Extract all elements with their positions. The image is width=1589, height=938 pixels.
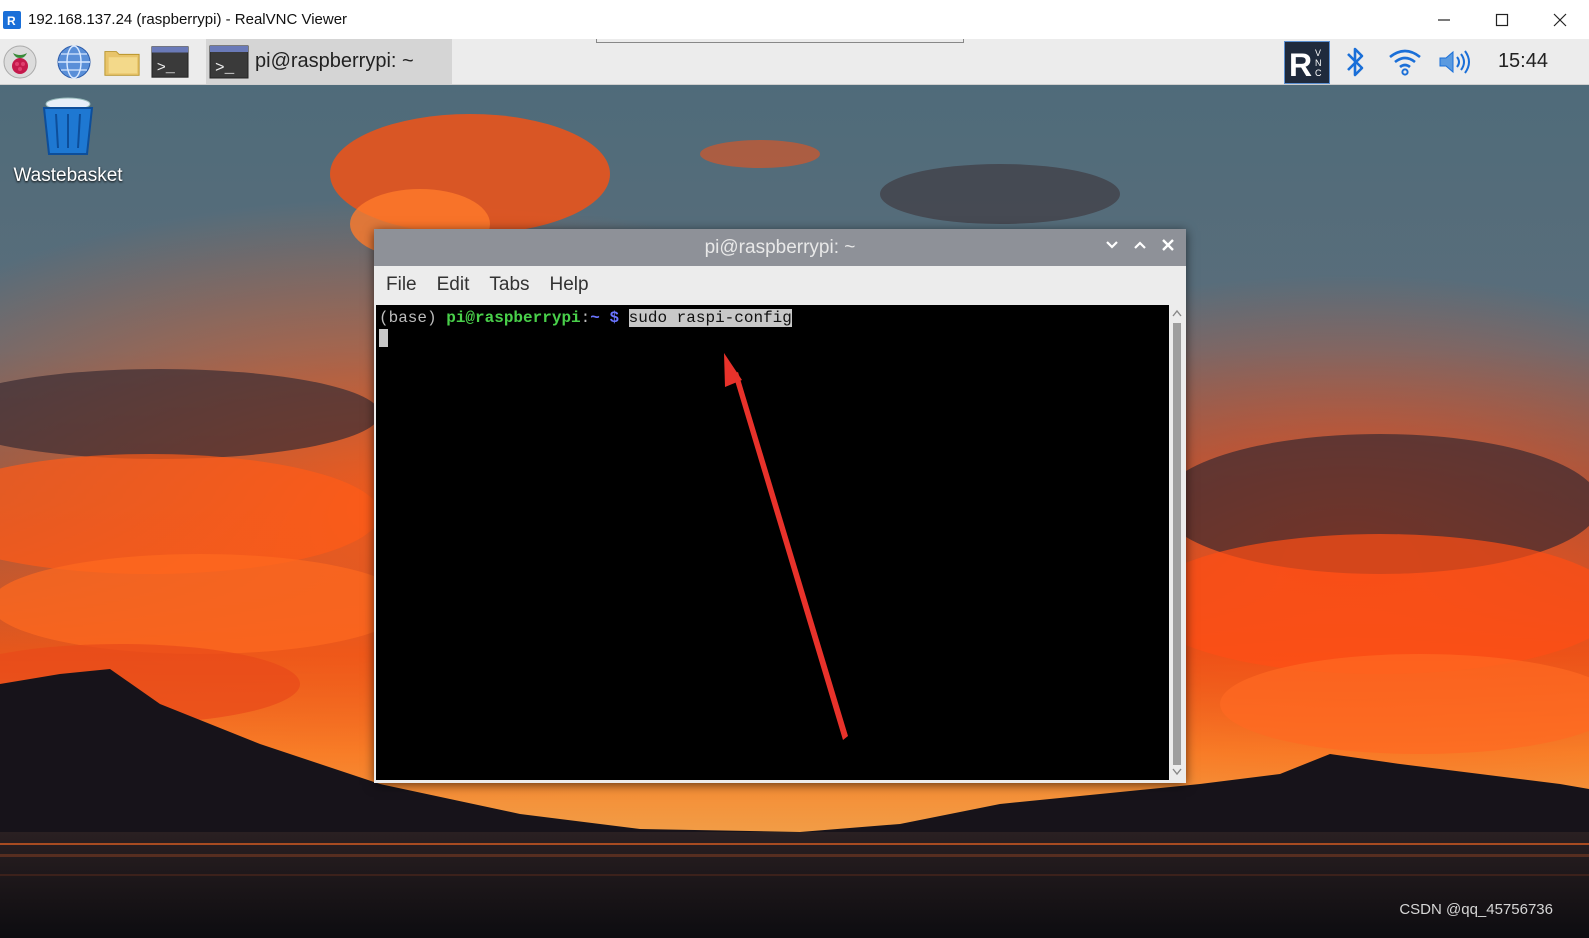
menu-help[interactable]: Help [550, 274, 589, 296]
minimize-icon [1438, 18, 1450, 21]
minimize-button[interactable] [1415, 0, 1473, 39]
realvnc-tray-button[interactable]: R V N C [1284, 41, 1330, 84]
menu-tabs[interactable]: Tabs [489, 274, 529, 296]
raspberry-icon [3, 45, 37, 79]
svg-text:C: C [1315, 68, 1322, 78]
menu-edit[interactable]: Edit [437, 274, 470, 296]
svg-text:R: R [1289, 47, 1312, 83]
terminal-scrollbar[interactable] [1170, 305, 1184, 780]
chevron-down-icon [1106, 241, 1118, 249]
menu-file[interactable]: File [386, 274, 417, 296]
taskbar-task-terminal[interactable]: >_ pi@raspberrypi: ~ [206, 39, 452, 84]
wastebasket-desktop-icon[interactable]: Wastebasket [8, 96, 128, 187]
globe-icon [57, 45, 91, 79]
clock[interactable]: 15:44 [1498, 39, 1548, 84]
svg-text:R: R [7, 14, 16, 27]
vnc-title-bar[interactable]: R 192.168.137.24 (raspberrypi) - RealVNC… [0, 0, 1589, 40]
scroll-up-icon [1172, 309, 1182, 317]
close-button[interactable] [1531, 0, 1589, 39]
terminal-close-button[interactable] [1160, 229, 1176, 266]
terminal-title-bar[interactable]: pi@raspberrypi: ~ [374, 229, 1186, 266]
terminal-icon: >_ [209, 45, 249, 78]
svg-text:N: N [1315, 58, 1322, 68]
raspberry-menu-button[interactable] [1, 43, 39, 81]
svg-text:>_: >_ [215, 59, 235, 77]
terminal-minimize-button[interactable] [1104, 229, 1120, 266]
close-icon [1553, 13, 1567, 26]
terminal-output[interactable]: (base) pi@raspberrypi:~ $ sudo raspi-con… [376, 305, 1169, 780]
terminal-menu-bar: File Edit Tabs Help [374, 266, 1186, 303]
file-manager-button[interactable] [103, 43, 141, 81]
volume-button[interactable] [1436, 43, 1474, 81]
wifi-icon [1389, 49, 1421, 76]
prompt-line: (base) pi@raspberrypi:~ $ sudo raspi-con… [379, 309, 792, 327]
taskbar-divider [596, 39, 964, 43]
scrollbar-thumb[interactable] [1173, 323, 1181, 765]
close-icon [1162, 239, 1174, 251]
trash-icon [42, 97, 94, 155]
realvnc-icon: R V N C [1289, 47, 1322, 83]
terminal-maximize-button[interactable] [1132, 229, 1148, 266]
csdn-watermark: CSDN @qq_45756736 [1399, 901, 1553, 918]
terminal-window: pi@raspberrypi: ~ File Edit Tabs Help (b… [374, 229, 1186, 783]
bluetooth-button[interactable] [1336, 43, 1374, 81]
svg-text:V: V [1315, 48, 1321, 58]
prompt-path: ~ $ [590, 309, 629, 327]
volume-icon [1439, 50, 1470, 74]
terminal-launcher-button[interactable]: >_ [151, 43, 189, 81]
web-browser-button[interactable] [55, 43, 93, 81]
wastebasket-label: Wastebasket [13, 165, 123, 186]
prompt-user: pi@raspberrypi [446, 309, 581, 327]
terminal-cursor [379, 329, 388, 347]
terminal-title: pi@raspberrypi: ~ [704, 237, 856, 258]
scroll-down-icon [1172, 768, 1182, 776]
wifi-button[interactable] [1386, 43, 1424, 81]
prompt-colon: : [580, 309, 591, 327]
svg-text:>_: >_ [157, 59, 176, 77]
window-title: 192.168.137.24 (raspberrypi) - RealVNC V… [28, 11, 348, 28]
chevron-up-icon [1134, 241, 1146, 249]
pi-taskbar: >_ >_ pi@raspberrypi: ~ R V N C 15:44 [0, 39, 1589, 85]
realvnc-app-icon: R [3, 10, 21, 29]
prompt-env: (base) [379, 309, 447, 327]
maximize-button[interactable] [1473, 0, 1531, 39]
maximize-icon [1495, 13, 1509, 26]
selected-command: sudo raspi-config [628, 309, 792, 327]
folder-icon [104, 51, 140, 76]
bluetooth-icon [1347, 47, 1364, 77]
task-label: pi@raspberrypi: ~ [255, 50, 414, 72]
terminal-icon: >_ [151, 46, 189, 78]
